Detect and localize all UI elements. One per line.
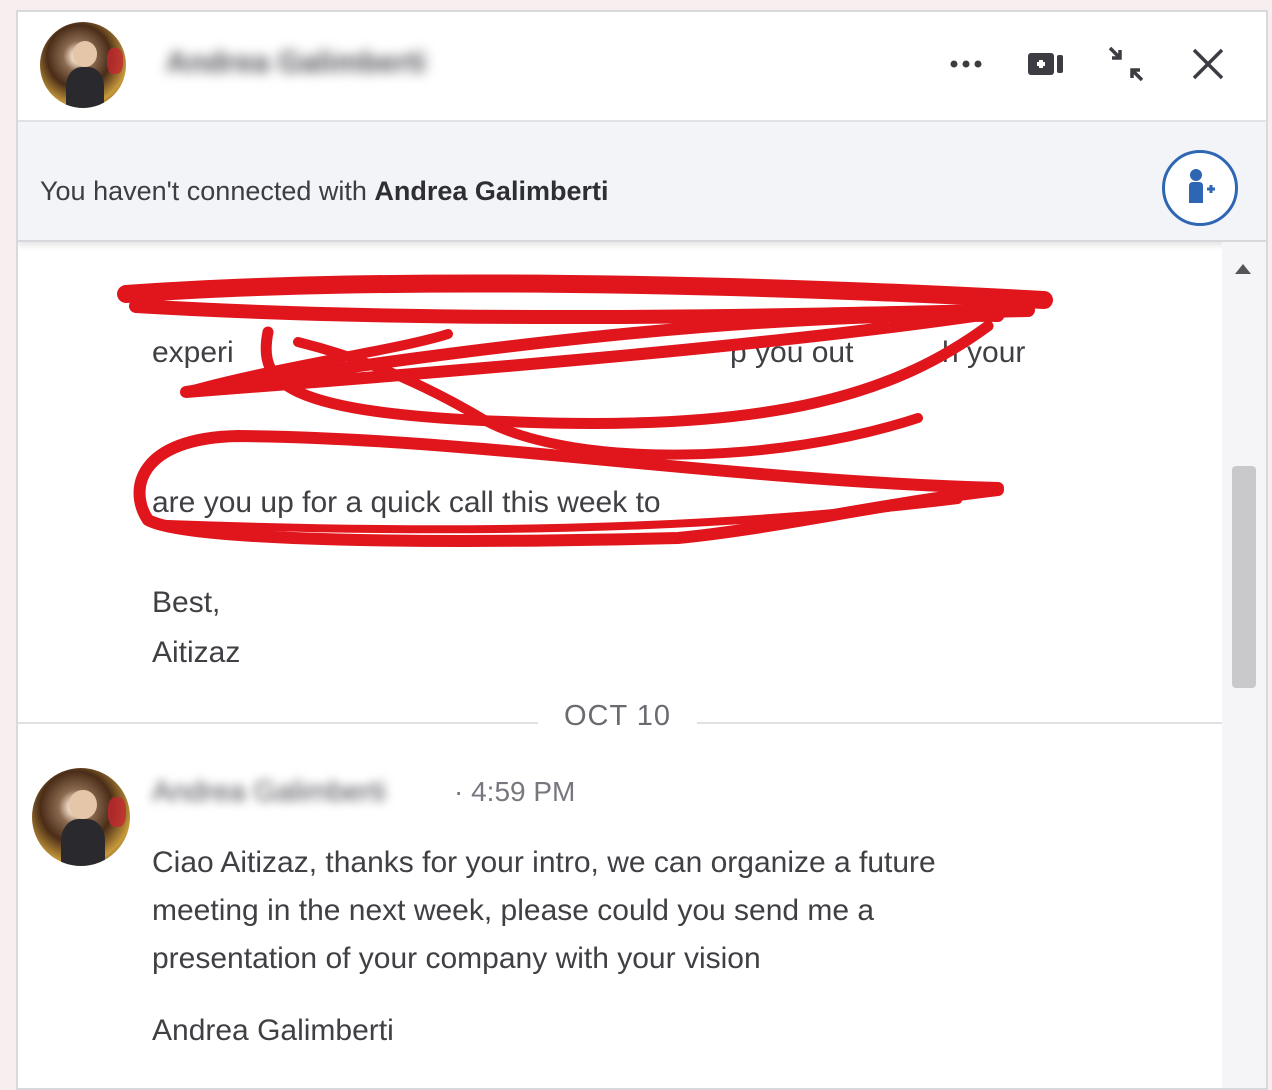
message-timestamp: · 4:59 PM	[454, 776, 576, 807]
avatar-face	[69, 789, 97, 819]
contact-avatar[interactable]	[40, 22, 126, 108]
reply-message-signature: Andrea Galimberti	[152, 1014, 394, 1047]
previous-message-signoff: Best,	[152, 586, 221, 619]
connection-notice-name[interactable]: Andrea Galimberti	[374, 176, 608, 206]
previous-message-fragment: h your	[942, 336, 1026, 369]
add-connection-button[interactable]	[1162, 150, 1238, 226]
sender-name[interactable]: Andrea Galimberti	[152, 776, 386, 809]
conversation-header: Andrea Galimberti	[18, 12, 1266, 122]
video-call-icon[interactable]	[1022, 40, 1070, 88]
scroll-up-arrow-icon[interactable]	[1235, 264, 1251, 274]
contact-name[interactable]: Andrea Galimberti	[166, 46, 426, 80]
date-divider-label: OCT 10	[538, 700, 698, 733]
more-icon[interactable]	[942, 40, 990, 88]
previous-message-signature: Aitizaz	[152, 636, 241, 669]
add-connection-icon	[1189, 169, 1215, 203]
minimize-icon[interactable]	[1102, 40, 1150, 88]
avatar-accent	[107, 47, 123, 74]
messaging-window: Andrea Galimberti You haven't connected …	[16, 10, 1268, 1090]
sender-avatar[interactable]	[32, 768, 130, 866]
reply-message-line: presentation of your company with your v…	[152, 942, 761, 975]
reply-message-line: meeting in the next week, please could y…	[152, 894, 875, 927]
scrollbar-thumb[interactable]	[1232, 466, 1256, 688]
message-scrollbar[interactable]	[1222, 242, 1266, 1088]
previous-message-fragment: are you up for a quick call this week to	[152, 486, 661, 519]
close-icon[interactable]	[1184, 40, 1232, 88]
reply-message-line: Ciao Aitizaz, thanks for your intro, we …	[152, 846, 936, 879]
avatar-accent	[108, 797, 127, 827]
connection-notice: You haven't connected with Andrea Galimb…	[40, 176, 608, 207]
message-list[interactable]: experi p you out h your are you up for a…	[18, 242, 1224, 1088]
avatar-face	[72, 40, 97, 67]
avatar-suit	[65, 66, 105, 108]
connection-notice-prefix: You haven't connected with	[40, 176, 375, 206]
previous-message-fragment: p you out	[730, 336, 854, 369]
previous-message-fragment: experi	[152, 336, 234, 369]
connection-banner: You haven't connected with Andrea Galimb…	[18, 122, 1266, 242]
red-redaction-scribble	[117, 274, 1053, 547]
avatar-suit	[61, 818, 106, 866]
